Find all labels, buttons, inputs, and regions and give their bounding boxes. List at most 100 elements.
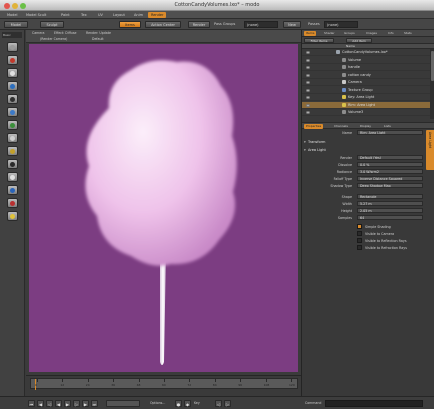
visibility-eye-icon[interactable] [306, 111, 310, 114]
visibility-eye-icon[interactable] [306, 73, 310, 77]
properties-tab-display[interactable]: Display [358, 124, 373, 129]
play-reverse-button[interactable]: ◀ [55, 400, 62, 407]
viewport-effect-tab[interactable]: Effect: Diffuse [54, 31, 84, 36]
bend-tool-icon[interactable] [7, 120, 18, 130]
key-settings-button[interactable]: ◆ [184, 400, 191, 407]
items-panel-tab-info[interactable]: Info [386, 31, 396, 36]
filter-items-dropdown[interactable]: Filter Items [304, 38, 334, 43]
model-mode-button[interactable]: Model [4, 21, 28, 28]
sculpt-mode-button[interactable]: Sculpt [40, 21, 64, 28]
property-value-field[interactable]: Rectangle [357, 194, 423, 199]
property-checkbox[interactable] [357, 245, 362, 250]
bevel-tool-icon[interactable] [7, 172, 18, 182]
layout-tab-anim[interactable]: Anim [131, 12, 146, 18]
time-field[interactable] [106, 400, 140, 407]
step-forward-button[interactable]: ▶ [82, 400, 89, 407]
push-tool-icon[interactable] [7, 107, 18, 117]
transform-section-header[interactable]: Transform [302, 139, 425, 145]
item-list-row[interactable]: cotton candy [302, 72, 430, 79]
viewport-default-tab[interactable]: Default [92, 37, 114, 42]
name-field[interactable]: Rim: Area Light [357, 130, 423, 135]
property-value-field[interactable]: 2.05 m [357, 208, 423, 213]
layout-tab-model-sculpt[interactable]: Model Scult [23, 12, 49, 18]
properties-tab-lists[interactable]: Lists [382, 124, 393, 129]
item-list-row[interactable]: Key: Area Light [302, 94, 430, 101]
layout-tab-model[interactable]: Model [4, 12, 21, 18]
render-preview-canvas[interactable] [29, 44, 298, 372]
visibility-eye-icon[interactable] [306, 66, 310, 69]
property-value-field[interactable]: 0.0 % [357, 162, 423, 167]
items-panel-tab-stats[interactable]: Stats [402, 31, 414, 36]
jitter-tool-icon[interactable] [7, 133, 18, 143]
property-value-field[interactable]: Deep Shadow Map [357, 183, 423, 188]
prev-key-button[interactable]: ◁ [46, 400, 53, 407]
items-panel-tab-groups[interactable]: Groups [342, 31, 357, 36]
next-key-button[interactable]: ▷ [73, 400, 80, 407]
items-mode-button[interactable]: Items [119, 21, 141, 28]
layout-tab-uv[interactable]: UV [95, 12, 106, 18]
keyframe-next-button[interactable]: ▷ [224, 400, 231, 407]
item-list-row[interactable]: Rim: Area Light [302, 101, 430, 109]
area-light-section-header[interactable]: Area Light [302, 147, 425, 153]
scale-tool-icon[interactable] [7, 68, 18, 78]
smooth-tool-icon[interactable] [7, 94, 18, 104]
visibility-eye-icon[interactable] [306, 51, 310, 54]
layout-tab-tex[interactable]: Tex [78, 12, 90, 18]
move-tool-icon[interactable] [7, 42, 18, 52]
property-value-field[interactable]: Inverse Distance Squared [357, 176, 423, 181]
rotate-tool-icon[interactable] [7, 55, 18, 65]
timeline-ruler[interactable]: 0 12 24 36 48 60 72 84 96 108 120 [30, 378, 298, 390]
item-list-row[interactable]: Volume3 [302, 109, 430, 116]
item-list-row[interactable]: CottonCandyVolumes.lxo* [302, 49, 430, 56]
viewport-camera-tab[interactable]: Camera [32, 31, 54, 36]
visibility-eye-icon[interactable] [306, 96, 310, 99]
paint-tool-icon[interactable] [7, 211, 18, 221]
go-to-start-button[interactable]: ⏮ [28, 400, 35, 407]
viewport-render-update-tab[interactable]: Render: Update [86, 31, 118, 36]
record-key-button[interactable]: ● [175, 400, 182, 407]
layout-tab-layout[interactable]: Layout [110, 12, 128, 18]
item-list-row[interactable]: Camera [302, 79, 430, 86]
timeline[interactable]: 0 12 24 36 48 60 72 84 96 108 120 [26, 375, 301, 396]
item-list-row[interactable]: Volume [302, 57, 430, 64]
visibility-eye-icon[interactable] [306, 103, 310, 107]
render-button[interactable]: Render [188, 21, 210, 28]
action-center-button[interactable]: Action Center [145, 21, 181, 28]
property-value-field[interactable]: 5.27 m [357, 201, 423, 206]
items-panel-tab-shader[interactable]: Shader [322, 31, 337, 36]
passes-dropdown[interactable]: (none) [324, 21, 358, 28]
knife-tool-icon[interactable] [7, 198, 18, 208]
property-checkbox[interactable] [357, 224, 362, 229]
element-move-tool-icon[interactable] [7, 81, 18, 91]
options-button[interactable]: Options... [150, 400, 165, 407]
properties-tab-properties[interactable]: Properties [304, 124, 324, 129]
new-pass-button[interactable]: New [283, 21, 301, 28]
key-label[interactable]: Key [194, 400, 200, 407]
property-checkbox[interactable] [357, 238, 362, 243]
area-light-side-tab[interactable]: Area Light [426, 130, 434, 170]
step-back-button[interactable]: ◀ [37, 400, 44, 407]
item-list-row[interactable]: Texture Group [302, 87, 430, 94]
add-item-button[interactable]: Add Item [346, 38, 372, 43]
layout-tab-paint[interactable]: Paint [58, 12, 73, 18]
play-button[interactable]: ▶ [64, 400, 71, 407]
items-panel-tab-items[interactable]: Items [304, 31, 317, 36]
visibility-eye-icon[interactable] [306, 88, 310, 92]
items-panel-tab-images[interactable]: Images [364, 31, 379, 36]
tool-palette-header[interactable]: Basic [2, 32, 22, 38]
extrude-tool-icon[interactable] [7, 185, 18, 195]
go-to-end-button[interactable]: ⏭ [91, 400, 98, 407]
pass-groups-dropdown[interactable]: (none) [244, 21, 278, 28]
visibility-eye-icon[interactable] [306, 81, 310, 84]
property-value-field[interactable]: 3.0 W/srm2 [357, 169, 423, 174]
twist-tool-icon[interactable] [7, 146, 18, 156]
slice-tool-icon[interactable] [7, 159, 18, 169]
property-value-field[interactable]: 64 [357, 215, 423, 220]
property-value-field[interactable]: Default (Yes) [357, 155, 423, 160]
item-list-row[interactable]: handle [302, 64, 430, 71]
viewport-render-camera-tab[interactable]: (Render Camera) [40, 37, 74, 42]
visibility-eye-icon[interactable] [306, 58, 310, 62]
3d-viewport[interactable]: Camera Effect: Diffuse Render: Update (R… [26, 30, 301, 375]
properties-tab-channels[interactable]: Channels [332, 124, 350, 129]
command-input[interactable] [325, 400, 423, 407]
